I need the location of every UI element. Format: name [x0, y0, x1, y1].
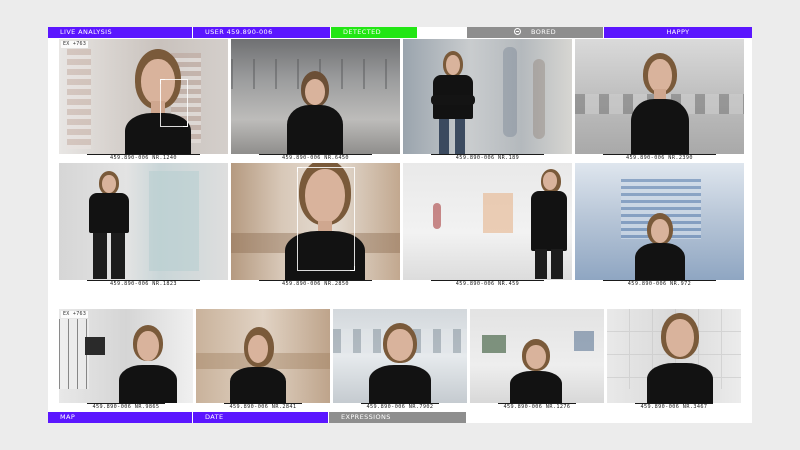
- capture-caption: 459.890-006 NR.1240: [59, 154, 228, 163]
- live-analysis-label[interactable]: LIVE ANALYSIS: [48, 27, 192, 38]
- mood-bored-label: BORED: [530, 28, 557, 36]
- capture-caption: 459.890-006 NR.7902: [333, 403, 467, 412]
- capture-photo: [333, 309, 467, 403]
- expressions-tab[interactable]: EXPRESSIONS: [329, 412, 466, 423]
- capture-caption: 459.890-006 NR.2841: [196, 403, 330, 412]
- detected-status-badge: DETECTED: [331, 27, 417, 38]
- capture-tile[interactable]: 459.890-006 NR.2841: [196, 309, 330, 412]
- capture-tile[interactable]: 459.890-006 NR.459: [403, 163, 572, 289]
- capture-photo: [575, 39, 744, 154]
- capture-caption: 459.890-006 NR.3467: [607, 403, 741, 412]
- capture-caption: 459.890-006 NR.1276: [470, 403, 604, 412]
- neutral-face-icon: [513, 28, 521, 35]
- capture-photo: [231, 39, 400, 154]
- capture-photo: [59, 39, 228, 154]
- mood-bored-tab[interactable]: BORED: [467, 27, 603, 38]
- analysis-board: LIVE ANALYSIS USER 459.890-006 DETECTED …: [48, 27, 752, 423]
- bottom-nav-bar: MAP DATE EXPRESSIONS: [48, 412, 752, 423]
- capture-caption: 459.890-006 NR.2850: [231, 280, 400, 289]
- expression-tag: EX +763: [61, 311, 89, 318]
- capture-tile[interactable]: 459.890-006 NR.1823: [59, 163, 228, 289]
- capture-tile[interactable]: 459.890-006 NR.1276: [470, 309, 604, 412]
- capture-photo: [59, 309, 193, 403]
- capture-tile[interactable]: 459.890-006 NR.2850: [231, 163, 400, 289]
- capture-tile[interactable]: 459.890-006 NR.972: [575, 163, 744, 289]
- capture-caption: 459.890-006 NR.189: [403, 154, 572, 163]
- capture-caption: 459.890-006 NR.9865: [59, 403, 193, 412]
- capture-tile[interactable]: 459.890-006 NR.189: [403, 39, 572, 163]
- capture-photo: [403, 39, 572, 154]
- capture-photo: [403, 163, 572, 280]
- capture-caption: 459.890-006 NR.6450: [231, 154, 400, 163]
- user-id-label[interactable]: USER 459.890-006: [193, 27, 330, 38]
- capture-caption: 459.890-006 NR.972: [575, 280, 744, 289]
- expression-tag: EX +763: [61, 41, 89, 48]
- capture-photo: [196, 309, 330, 403]
- capture-caption: 459.890-006 NR.1823: [59, 280, 228, 289]
- capture-photo: [575, 163, 744, 280]
- map-tab[interactable]: MAP: [48, 412, 192, 423]
- top-bar-spacer: [418, 27, 466, 38]
- date-tab[interactable]: DATE: [193, 412, 328, 423]
- capture-tile[interactable]: 459.890-006 NR.2390: [575, 39, 744, 163]
- capture-tile[interactable]: 459.890-006 NR.7902: [333, 309, 467, 412]
- capture-caption: 459.890-006 NR.2390: [575, 154, 744, 163]
- capture-tile[interactable]: 459.890-006 NR.6450: [231, 39, 400, 163]
- top-status-bar: LIVE ANALYSIS USER 459.890-006 DETECTED …: [48, 27, 752, 38]
- capture-photo: [231, 163, 400, 280]
- capture-tile[interactable]: EX +763 459.890-006 NR.9865: [59, 309, 193, 412]
- capture-photo: [607, 309, 741, 403]
- capture-photo: [59, 163, 228, 280]
- capture-tile[interactable]: 459.890-006 NR.3467: [607, 309, 741, 412]
- mood-happy-tab[interactable]: HAPPY: [604, 27, 752, 38]
- capture-tile[interactable]: EX +763 459.890-006 NR.1240: [59, 39, 228, 163]
- capture-photo: [470, 309, 604, 403]
- capture-caption: 459.890-006 NR.459: [403, 280, 572, 289]
